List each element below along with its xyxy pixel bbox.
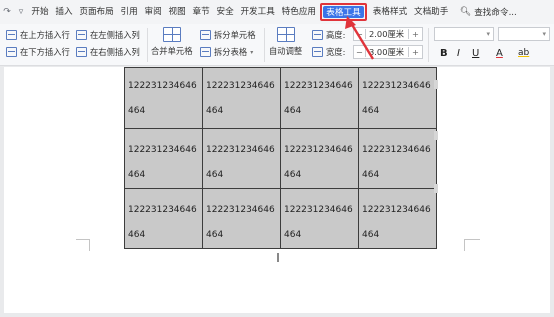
row-end-marker bbox=[434, 80, 438, 89]
width-input[interactable]: 3.00厘米 bbox=[366, 46, 408, 58]
ribbon-toolbar: 在上方插入行 在左侧插入列 在下方插入行 在右侧插入列 合并单元格 拆分单元格 … bbox=[0, 24, 554, 66]
font-size-select[interactable]: ▾ bbox=[498, 27, 550, 41]
width-decrease-button[interactable]: − bbox=[354, 47, 366, 57]
separator bbox=[428, 28, 429, 62]
table-cell[interactable]: 122231234646464 bbox=[202, 128, 281, 189]
tab-table-style[interactable]: 表格样式 bbox=[369, 0, 410, 24]
tab-doc-assistant[interactable]: 文档助手 bbox=[411, 0, 452, 24]
insert-col-left-label: 在左侧插入列 bbox=[90, 30, 140, 40]
separator bbox=[264, 28, 265, 62]
insert-col-right-button[interactable]: 在右侧插入列 bbox=[76, 46, 140, 58]
table-row: 122231234646464 122231234646464 12223123… bbox=[124, 128, 437, 189]
insert-col-left-button[interactable]: 在左侧插入列 bbox=[76, 29, 140, 41]
row-height-icon bbox=[312, 30, 323, 40]
width-increase-button[interactable]: + bbox=[408, 47, 422, 57]
tab-features[interactable]: 特色应用 bbox=[278, 0, 319, 24]
merge-cells-icon bbox=[162, 27, 181, 42]
chevron-down-icon: ▾ bbox=[486, 30, 490, 38]
auto-adjust-button[interactable]: 自动调整 bbox=[269, 27, 302, 57]
search-icon: 🔍︎ bbox=[459, 7, 472, 17]
highlight-button[interactable]: ab bbox=[518, 48, 529, 58]
tab-security[interactable]: 安全 bbox=[213, 0, 237, 24]
quick-access-menu-icon[interactable]: ▿ bbox=[14, 7, 28, 17]
merge-cells-button[interactable]: 合并单元格 bbox=[151, 27, 193, 57]
insert-col-right-label: 在右侧插入列 bbox=[90, 47, 140, 57]
row-height-label-group: 高度: bbox=[312, 29, 345, 41]
page-margin-corner bbox=[76, 239, 90, 251]
col-width-label-group: 宽度: bbox=[312, 46, 345, 58]
table[interactable]: 122231234646464 122231234646464 12223123… bbox=[124, 67, 437, 249]
menu-bar: ↷ ▿ 开始 插入 页面布局 引用 审阅 视图 章节 安全 开发工具 特色应用 … bbox=[0, 0, 554, 24]
table-row: 122231234646464 122231234646464 12223123… bbox=[124, 188, 437, 249]
split-cells-icon bbox=[200, 30, 211, 40]
bold-button[interactable]: B bbox=[440, 48, 448, 59]
table-cell[interactable]: 122231234646464 bbox=[280, 188, 359, 249]
insert-col-right-icon bbox=[76, 47, 87, 57]
chevron-down-icon: ▾ bbox=[542, 30, 546, 38]
command-search[interactable]: 🔍︎ 查找命令... bbox=[460, 6, 517, 18]
tab-view[interactable]: 视图 bbox=[165, 0, 189, 24]
tab-insert[interactable]: 插入 bbox=[52, 0, 76, 24]
tab-chapter[interactable]: 章节 bbox=[189, 0, 213, 24]
table-cell[interactable]: 122231234646464 bbox=[358, 67, 437, 129]
separator bbox=[147, 28, 148, 62]
undo-icon[interactable]: ↷ bbox=[0, 7, 14, 17]
insert-col-left-icon bbox=[76, 30, 87, 40]
merge-cells-label: 合并单元格 bbox=[151, 46, 193, 56]
table-cell[interactable]: 122231234646464 bbox=[202, 67, 281, 129]
row-end-marker bbox=[434, 131, 438, 140]
tab-developer[interactable]: 开发工具 bbox=[237, 0, 278, 24]
col-width-icon bbox=[312, 47, 323, 57]
row-end-marker bbox=[434, 184, 438, 193]
table-cell[interactable]: 122231234646464 bbox=[280, 128, 359, 189]
table-cell[interactable]: 122231234646464 bbox=[280, 67, 359, 129]
tab-start[interactable]: 开始 bbox=[28, 0, 52, 24]
table-cell[interactable]: 122231234646464 bbox=[124, 67, 203, 129]
insert-row-above-icon bbox=[6, 30, 17, 40]
table-cell[interactable]: 122231234646464 bbox=[124, 188, 203, 249]
table-cell[interactable]: 122231234646464 bbox=[202, 188, 281, 249]
split-table-icon bbox=[200, 47, 211, 57]
col-width-stepper[interactable]: − 3.00厘米 + bbox=[353, 45, 423, 59]
page-margin-corner bbox=[464, 239, 480, 251]
document-area: 122231234646464 122231234646464 12223123… bbox=[0, 67, 554, 317]
insert-row-above-label: 在上方插入行 bbox=[20, 30, 70, 40]
insert-row-below-label: 在下方插入行 bbox=[20, 47, 70, 57]
insert-row-below-icon bbox=[6, 47, 17, 57]
insert-row-below-button[interactable]: 在下方插入行 bbox=[6, 46, 70, 58]
insert-row-above-button[interactable]: 在上方插入行 bbox=[6, 29, 70, 41]
text-cursor bbox=[277, 253, 279, 262]
auto-adjust-label: 自动调整 bbox=[269, 46, 303, 56]
split-table-label: 拆分表格 bbox=[214, 47, 248, 57]
tab-page-layout[interactable]: 页面布局 bbox=[76, 0, 117, 24]
tab-table-tools-highlight[interactable]: 表格工具 bbox=[320, 3, 367, 21]
table-cell[interactable]: 122231234646464 bbox=[358, 128, 437, 189]
font-color-button[interactable]: A bbox=[496, 48, 503, 59]
table-cell[interactable]: 122231234646464 bbox=[124, 128, 203, 189]
height-increase-button[interactable]: + bbox=[408, 29, 422, 39]
split-cells-button[interactable]: 拆分单元格 bbox=[200, 29, 256, 41]
italic-button[interactable]: I bbox=[457, 48, 460, 59]
split-table-button[interactable]: 拆分表格 ▾ bbox=[200, 46, 253, 58]
tab-review[interactable]: 审阅 bbox=[141, 0, 165, 24]
width-label: 宽度: bbox=[326, 47, 346, 57]
chevron-down-icon: ▾ bbox=[250, 48, 254, 56]
document-page[interactable]: 122231234646464 122231234646464 12223123… bbox=[4, 67, 550, 313]
auto-adjust-icon bbox=[276, 27, 295, 42]
height-input[interactable]: 2.00厘米 bbox=[366, 28, 408, 40]
tab-references[interactable]: 引用 bbox=[117, 0, 141, 24]
table-cell[interactable]: 122231234646464 bbox=[358, 188, 437, 249]
row-height-stepper[interactable]: − 2.00厘米 + bbox=[353, 27, 423, 41]
search-label: 查找命令... bbox=[474, 8, 517, 18]
height-decrease-button[interactable]: − bbox=[354, 29, 366, 39]
height-label: 高度: bbox=[326, 30, 346, 40]
table-row: 122231234646464 122231234646464 12223123… bbox=[124, 67, 437, 129]
split-cells-label: 拆分单元格 bbox=[214, 30, 256, 40]
tab-table-tools[interactable]: 表格工具 bbox=[323, 6, 364, 18]
font-family-select[interactable]: ▾ bbox=[434, 27, 494, 41]
underline-button[interactable]: U bbox=[472, 48, 479, 59]
